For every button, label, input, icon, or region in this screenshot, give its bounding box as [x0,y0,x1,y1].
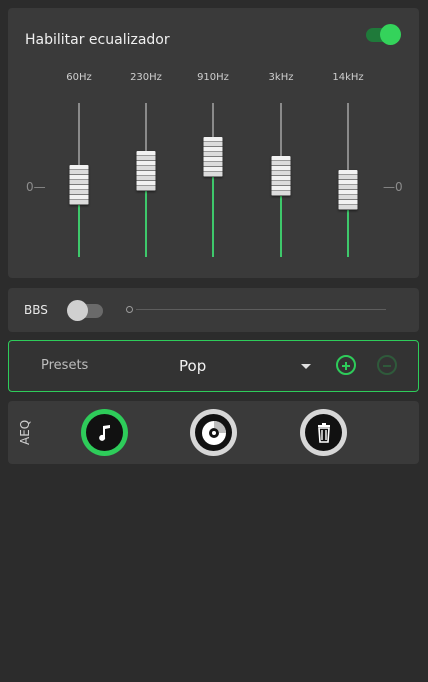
presets-label: Presets [41,358,89,373]
band-label-230hz: 230Hz [130,72,162,83]
band-slider-230hz[interactable] [136,151,156,191]
bbs-card: BBS [8,288,419,332]
band-fill-14khz [347,208,349,257]
bbs-toggle[interactable] [67,300,103,321]
plus-icon-vertical [345,362,347,370]
bbs-label: BBS [24,303,48,317]
band-fill-230hz [145,190,147,257]
band-fill-3khz [280,195,282,257]
band-label-60hz: 60Hz [66,72,92,83]
disc-icon [201,420,226,445]
chevron-down-icon[interactable] [301,364,311,369]
band-label-3khz: 3kHz [268,72,294,83]
bbs-slider-track[interactable] [136,309,386,310]
aeq-card: AEQ [8,401,419,464]
equalizer-title: Habilitar ecualizador [25,32,170,48]
zero-label-left: 0— [26,180,46,194]
aeq-disc-button[interactable] [190,409,237,456]
aeq-label: AEQ [18,419,32,445]
band-slider-14khz[interactable] [338,170,358,210]
minus-icon [383,365,391,367]
band-track-14khz [347,103,349,178]
toggle-knob [380,24,401,45]
band-label-910hz: 910Hz [197,72,229,83]
band-label-14khz: 14kHz [332,72,364,83]
music-note-icon [98,424,110,441]
zero-label-right: —0 [383,180,403,194]
toggle-knob [67,300,88,321]
band-slider-3khz[interactable] [271,156,291,196]
band-fill-910hz [212,176,214,257]
equalizer-toggle[interactable] [366,24,401,45]
equalizer-card: Habilitar ecualizador 0— —0 60Hz 230Hz 9… [8,8,419,278]
presets-card: Presets Pop [8,340,419,392]
add-preset-button[interactable] [336,355,356,375]
preset-select[interactable]: Pop [179,357,206,375]
band-slider-60hz[interactable] [69,165,89,205]
band-track-3khz [280,103,282,163]
band-slider-910hz[interactable] [203,137,223,177]
bbs-slider-thumb[interactable] [126,306,133,313]
remove-preset-button[interactable] [377,355,397,375]
aeq-music-button[interactable] [81,409,128,456]
aeq-delete-button[interactable] [300,409,347,456]
band-fill-60hz [78,204,80,257]
trash-icon [317,422,330,443]
